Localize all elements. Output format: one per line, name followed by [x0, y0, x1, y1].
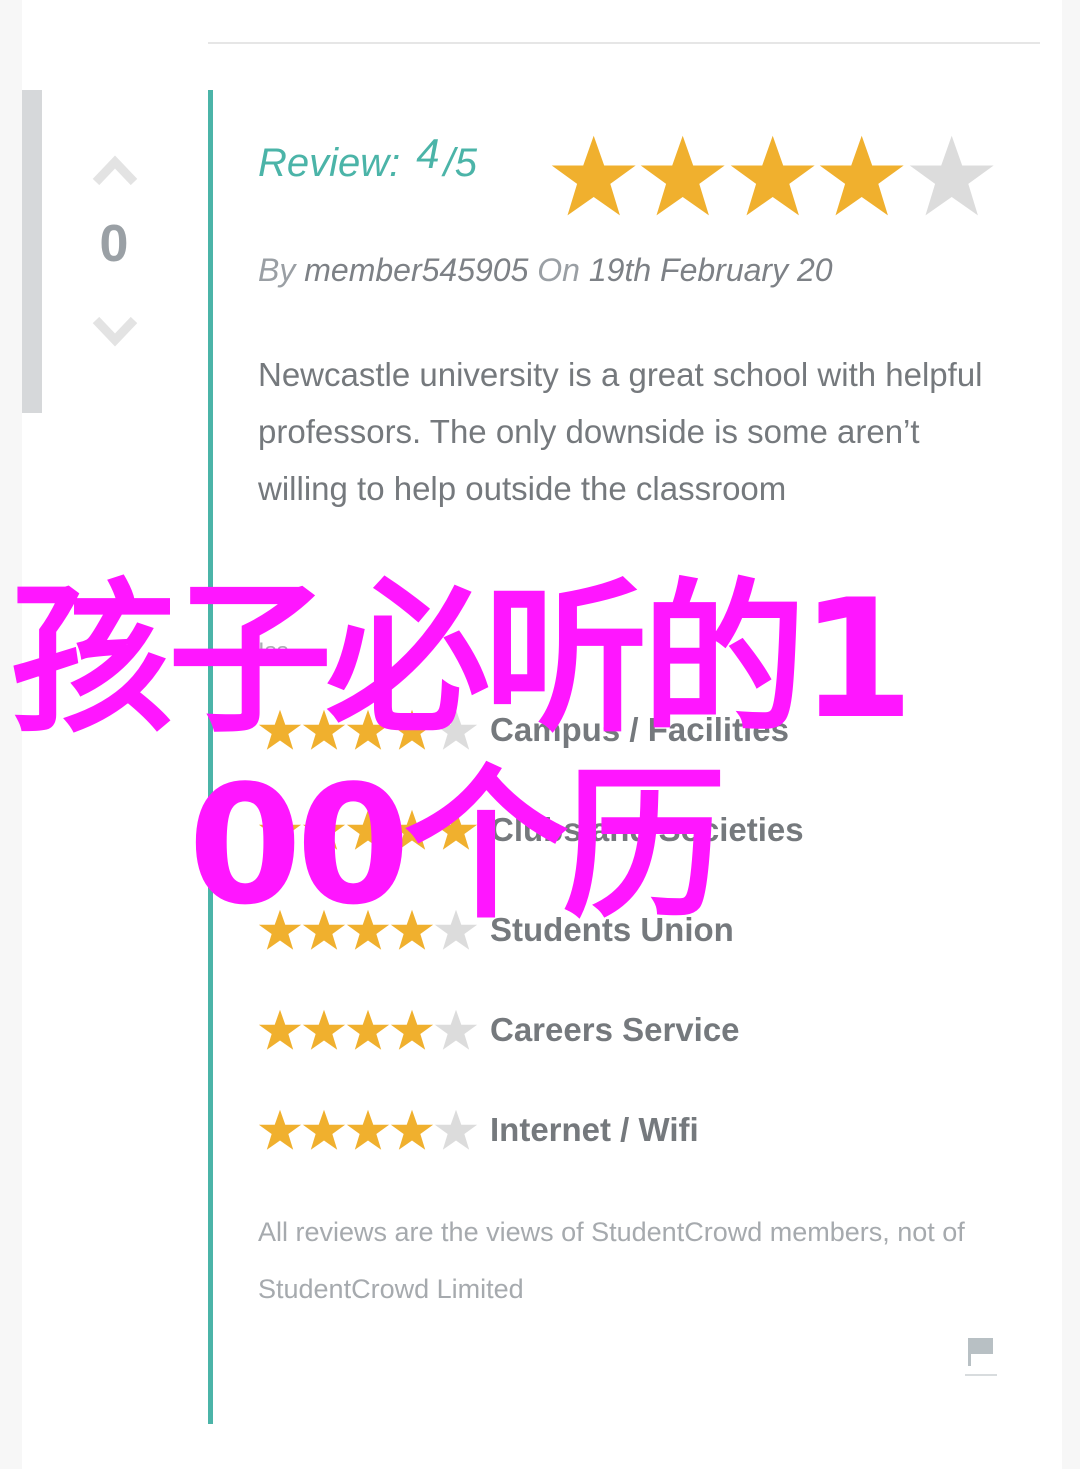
star-filled-icon [346, 809, 390, 850]
category-label: Clubs and Societies [490, 811, 804, 848]
category-label: Campus / Facilities [490, 711, 789, 748]
flag-icon [965, 1338, 997, 1376]
star-filled-icon [302, 1009, 346, 1050]
star-filled-icon [551, 135, 636, 216]
review-slash: / [443, 141, 455, 185]
star-filled-icon [258, 909, 302, 950]
star-empty-icon [434, 1009, 478, 1050]
star-filled-icon [258, 709, 302, 750]
star-filled-icon [390, 1109, 434, 1150]
category-rating-row: Clubs and Societies [258, 800, 804, 860]
category-label: Internet / Wifi [490, 1111, 699, 1148]
star-empty-icon [434, 709, 478, 750]
categories-heading: Iss [258, 638, 289, 665]
category-stars [258, 708, 482, 752]
star-filled-icon [302, 809, 346, 850]
overall-star-rating [550, 132, 995, 220]
category-stars [258, 1008, 482, 1052]
top-divider [208, 42, 1040, 44]
category-rating-row: Campus / Facilities [258, 700, 789, 760]
star-filled-icon [302, 709, 346, 750]
chevron-down-icon [92, 316, 138, 347]
review-max: 5 [454, 141, 477, 185]
review-score: 4 [416, 130, 440, 177]
star-filled-icon [390, 709, 434, 750]
category-rating-row: Internet / Wifi [258, 1100, 699, 1160]
star-filled-icon [390, 909, 434, 950]
vote-bar [22, 90, 42, 413]
byline-on: On [537, 252, 580, 288]
star-filled-icon [258, 809, 302, 850]
vote-count: 0 [99, 215, 129, 273]
star-filled-icon [346, 909, 390, 950]
disclaimer: All reviews are the views of StudentCrow… [258, 1217, 965, 1304]
review-byline: By member545905 On 19th February 20 [258, 252, 833, 289]
star-empty-icon [909, 135, 994, 216]
star-filled-icon [641, 135, 726, 216]
star-filled-icon [819, 135, 904, 216]
category-stars [258, 908, 482, 952]
byline-author[interactable]: member545905 [304, 252, 528, 288]
chevron-up-icon [92, 155, 138, 186]
upvote-button[interactable] [90, 148, 140, 188]
category-stars [258, 1108, 482, 1152]
star-filled-icon [390, 1009, 434, 1050]
star-filled-icon [346, 1009, 390, 1050]
star-filled-icon [730, 135, 815, 216]
report-button[interactable] [965, 1334, 997, 1378]
review-body: Newcastle university is a great school w… [258, 356, 983, 507]
category-label: Careers Service [490, 1011, 740, 1048]
byline-date: 19th February 20 [588, 252, 833, 288]
downvote-button[interactable] [90, 312, 140, 352]
category-stars [258, 808, 482, 852]
category-label: Students Union [490, 911, 734, 948]
star-filled-icon [346, 709, 390, 750]
star-filled-icon [390, 809, 434, 850]
star-filled-icon [434, 809, 478, 850]
star-empty-icon [434, 1109, 478, 1150]
star-empty-icon [434, 909, 478, 950]
review-label: Review: [258, 141, 401, 185]
star-filled-icon [258, 1109, 302, 1150]
star-filled-icon [258, 1009, 302, 1050]
byline-by: By [258, 252, 296, 288]
star-filled-icon [302, 1109, 346, 1150]
review-score-header: Review: 4 / 5 [258, 130, 477, 198]
category-rating-row: Students Union [258, 900, 734, 960]
category-rating-row: Careers Service [258, 1000, 740, 1060]
star-filled-icon [346, 1109, 390, 1150]
accent-line [208, 90, 213, 1424]
star-filled-icon [302, 909, 346, 950]
